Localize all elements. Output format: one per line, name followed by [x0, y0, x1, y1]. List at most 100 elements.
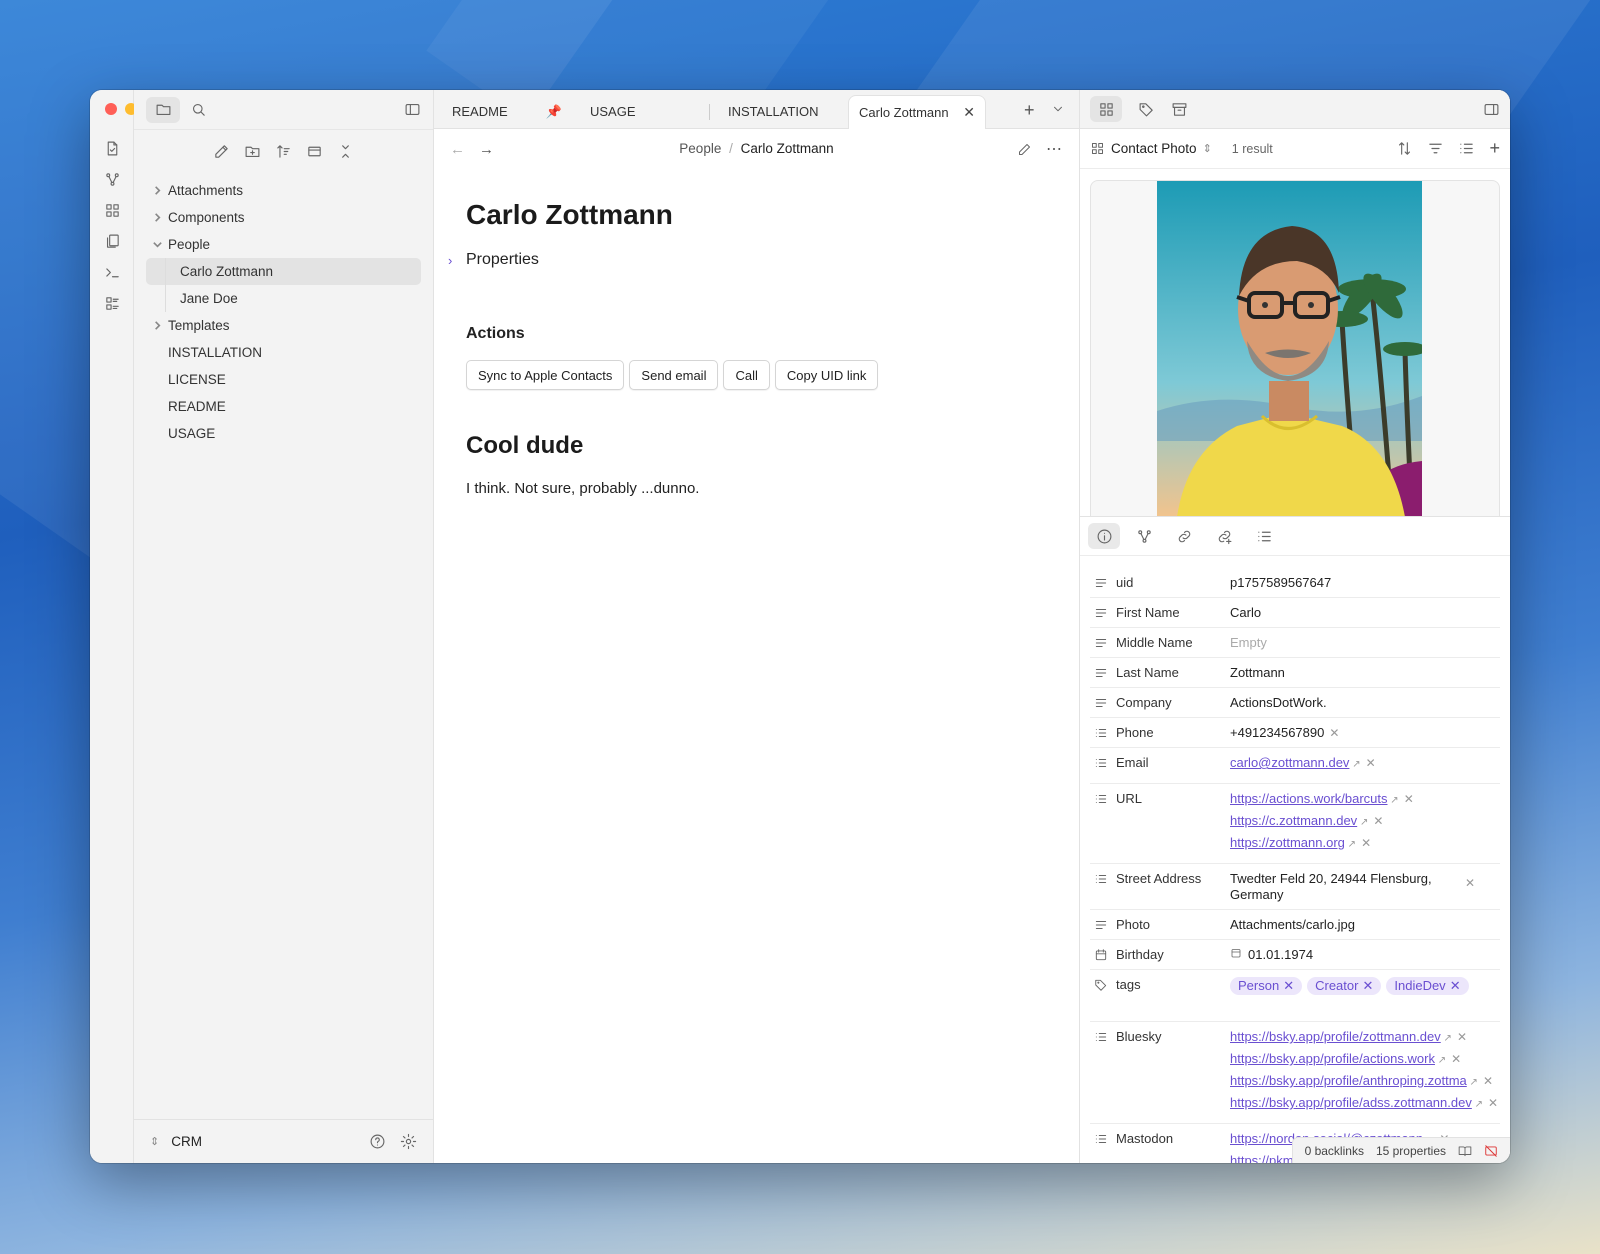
tree-file[interactable]: Jane Doe [146, 285, 421, 312]
copy-uid-link-button[interactable]: Copy UID link [774, 360, 879, 390]
property-value[interactable]: Twedter Feld 20, 24944 Flensburg, German… [1230, 864, 1500, 909]
external-link[interactable]: https://c.zottmann.dev [1230, 813, 1357, 828]
external-link[interactable]: carlo@zottmann.dev [1230, 755, 1349, 770]
property-value[interactable]: p1757589567647 [1230, 568, 1500, 597]
property-value[interactable]: https://bsky.app/profile/zottmann.dev ↗ ✕… [1230, 1022, 1500, 1123]
vault-switcher[interactable]: ⇕ CRM [134, 1119, 433, 1163]
remove-value-icon[interactable]: ✕ [1361, 836, 1371, 850]
property-value[interactable]: https://actions.work/barcuts ↗ ✕ https://c… [1230, 784, 1500, 863]
external-link[interactable]: https://zottmann.org [1230, 835, 1345, 850]
remove-value-icon[interactable]: ✕ [1366, 756, 1376, 770]
auto-reveal-icon[interactable] [306, 143, 323, 160]
property-key[interactable]: tags [1090, 970, 1230, 999]
external-link[interactable]: https://bsky.app/profile/anthroping.zott… [1230, 1073, 1467, 1088]
sync-disabled-icon[interactable] [1484, 1144, 1498, 1158]
property-value[interactable]: ActionsDotWork. [1230, 688, 1500, 717]
tree-folder[interactable]: Components [146, 204, 421, 231]
new-note-icon[interactable] [213, 143, 230, 160]
property-key[interactable]: Birthday [1090, 940, 1230, 969]
tree-file[interactable]: LICENSE [146, 366, 421, 393]
property-key[interactable]: Email [1090, 748, 1230, 777]
tree-folder[interactable]: Attachments [146, 177, 421, 204]
settings-gear-icon[interactable] [400, 1133, 417, 1150]
templates-icon[interactable] [104, 233, 121, 250]
tree-folder[interactable]: Templates [146, 312, 421, 339]
sync-apple-contacts-button[interactable]: Sync to Apple Contacts [466, 360, 625, 390]
breadcrumb-current[interactable]: Carlo Zottmann [741, 141, 834, 156]
close-tab-icon[interactable]: ✕ [963, 104, 975, 121]
file-explorer-tab[interactable] [146, 96, 180, 123]
breadcrumb-parent[interactable]: People [679, 141, 721, 156]
property-value[interactable]: Empty [1230, 628, 1500, 657]
property-value[interactable]: Carlo [1230, 598, 1500, 627]
property-key[interactable]: Last Name [1090, 658, 1230, 687]
sort-icon[interactable] [275, 143, 292, 160]
archive-tab-icon[interactable] [1171, 101, 1188, 118]
contact-photo-card[interactable] [1090, 180, 1500, 516]
tab-readme[interactable]: README 📌 [434, 95, 572, 128]
tag-pill[interactable]: IndieDev ✕ [1386, 977, 1469, 995]
tree-file[interactable]: Carlo Zottmann [146, 258, 421, 285]
property-key[interactable]: Middle Name [1090, 628, 1230, 657]
remove-value-icon[interactable]: ✕ [1488, 1096, 1498, 1110]
tree-file[interactable]: INSTALLATION [146, 339, 421, 366]
external-link[interactable]: https://bsky.app/profile/adss.zottmann.d… [1230, 1095, 1472, 1110]
external-link[interactable]: https://bsky.app/profile/actions.work [1230, 1051, 1435, 1066]
tree-file[interactable]: README [146, 393, 421, 420]
search-icon[interactable] [190, 101, 207, 118]
pin-icon[interactable]: 📌 [546, 104, 562, 120]
property-value[interactable]: carlo@zottmann.dev ↗ ✕ [1230, 748, 1500, 783]
tab-list-chevron-icon[interactable] [1051, 102, 1065, 116]
backlinks-icon[interactable] [1168, 523, 1200, 549]
property-value[interactable]: Zottmann [1230, 658, 1500, 687]
property-key[interactable]: uid [1090, 568, 1230, 597]
help-icon[interactable] [369, 1133, 386, 1150]
property-key[interactable]: First Name [1090, 598, 1230, 627]
base-view-selector[interactable]: Contact Photo [1111, 141, 1197, 156]
reading-mode-icon[interactable] [1458, 1144, 1472, 1158]
remove-value-icon[interactable]: ✕ [1457, 1030, 1467, 1044]
tag-pill[interactable]: Creator ✕ [1307, 977, 1382, 995]
external-link[interactable]: https://actions.work/barcuts [1230, 791, 1388, 806]
remove-tag-icon[interactable]: ✕ [1450, 978, 1461, 994]
close-window-button[interactable] [105, 103, 117, 115]
note-title[interactable]: Carlo Zottmann [466, 199, 1047, 231]
terminal-icon[interactable] [104, 264, 121, 281]
toggle-right-sidebar-icon[interactable] [1483, 101, 1500, 118]
remove-tag-icon[interactable]: ✕ [1283, 978, 1294, 994]
property-key[interactable]: Photo [1090, 910, 1230, 939]
property-value[interactable]: Attachments/carlo.jpg [1230, 910, 1500, 939]
backlinks-count[interactable]: 0 backlinks [1305, 1144, 1364, 1158]
properties-toggle[interactable]: › Properties [448, 251, 1029, 269]
property-key[interactable]: URL [1090, 784, 1230, 813]
remove-value-icon[interactable]: ✕ [1373, 814, 1383, 828]
property-key[interactable]: Street Address [1090, 864, 1230, 893]
canvas-icon[interactable] [104, 202, 121, 219]
property-value[interactable]: 01.01.1974 [1230, 940, 1500, 969]
add-icon[interactable]: + [1489, 138, 1500, 159]
graph-view-icon[interactable] [104, 171, 121, 188]
collapse-all-icon[interactable] [337, 143, 354, 160]
tag-pill[interactable]: Person ✕ [1230, 977, 1303, 995]
sort-icon[interactable] [1396, 140, 1413, 157]
tab-installation[interactable]: INSTALLATION [710, 95, 848, 128]
remove-value-icon[interactable]: ✕ [1404, 792, 1414, 806]
property-key[interactable]: Company [1090, 688, 1230, 717]
call-button[interactable]: Call [723, 360, 770, 390]
property-key[interactable]: Mastodon [1090, 1124, 1230, 1153]
send-email-button[interactable]: Send email [629, 360, 719, 390]
property-value[interactable]: Person ✕ Creator ✕ IndieDev ✕ [1230, 970, 1500, 1001]
property-key[interactable]: Phone [1090, 718, 1230, 747]
outline-icon[interactable] [1248, 523, 1280, 549]
bases-icon[interactable] [104, 295, 121, 312]
external-link[interactable]: https://bsky.app/profile/zottmann.dev [1230, 1029, 1441, 1044]
open-quick-switcher-icon[interactable] [104, 140, 121, 157]
remove-value-icon[interactable]: ✕ [1483, 1074, 1493, 1088]
tree-folder[interactable]: People [146, 231, 421, 258]
tab-carlo-zottmann[interactable]: Carlo Zottmann ✕ [848, 95, 986, 129]
remove-tag-icon[interactable]: ✕ [1362, 978, 1373, 994]
filter-icon[interactable] [1427, 140, 1444, 157]
toggle-sidebar-icon[interactable] [404, 101, 421, 118]
properties-list-icon[interactable] [1458, 140, 1475, 157]
remove-value-icon[interactable]: ✕ [1465, 875, 1475, 891]
